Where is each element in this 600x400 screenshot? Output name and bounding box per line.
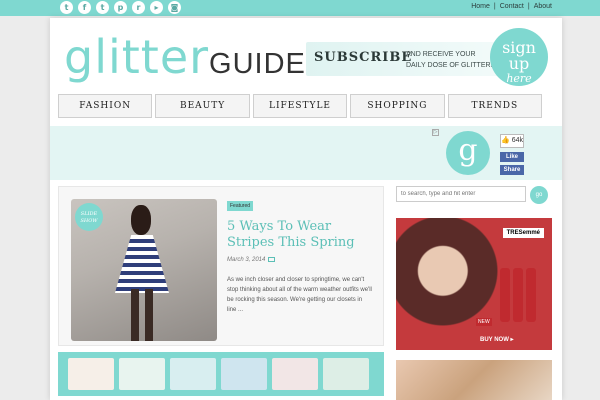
main-nav: FASHION BEAUTY LIFESTYLE SHOPPING TRENDS <box>58 94 543 118</box>
nav-item-lifestyle[interactable]: LIFESTYLE <box>252 94 348 118</box>
ad-choices-icon[interactable]: ▷ <box>432 129 439 136</box>
thumbnail-6[interactable] <box>323 358 369 390</box>
subscribe-label: SUBSCRIBE <box>314 50 413 65</box>
signup-sublabel: here <box>506 72 532 85</box>
facebook-like-button[interactable]: Like <box>500 152 524 162</box>
comment-icon[interactable] <box>268 257 276 262</box>
ad-brand-label: TRESemmé <box>502 228 544 238</box>
logo-glitter: glitter <box>64 30 210 84</box>
subscribe-tagline-line1: AND RECEIVE YOUR <box>406 51 476 58</box>
striped-dress <box>115 235 169 293</box>
nav-item-shopping[interactable]: SHOPPING <box>350 94 445 118</box>
signup-button[interactable]: sign up here <box>490 28 548 86</box>
top-nav: Home | Contact | About <box>471 3 552 10</box>
model-head <box>131 205 151 235</box>
ad-new-badge: NEW <box>476 318 492 326</box>
pinterest-icon[interactable]: p <box>114 1 127 14</box>
post-date: March 3, 2014 <box>227 257 276 264</box>
model-legs <box>131 289 153 341</box>
subscribe-banner[interactable]: SUBSCRIBE AND RECEIVE YOUR DAILY DOSE OF… <box>306 42 506 76</box>
featured-post: SLIDE SHOW Featured 5 Ways To Wear Strip… <box>58 186 384 346</box>
bottle <box>500 268 510 322</box>
banner-strip: ▷ g 👍 64k Like Share <box>50 126 562 180</box>
sidebar-ad-tresemme[interactable]: TRESemmé NEW BUY NOW ▸ <box>396 218 552 350</box>
g-logo-circle: g <box>446 131 490 175</box>
top-nav-contact[interactable]: Contact <box>500 3 524 10</box>
like-count-value: 64k <box>511 137 523 144</box>
bottle <box>513 268 523 322</box>
rss-icon[interactable]: r <box>132 1 145 14</box>
subscribe-tagline-line2: DAILY DOSE OF GLITTER! <box>406 62 493 69</box>
ad-buy-now[interactable]: BUY NOW ▸ <box>480 336 514 343</box>
facebook-icon[interactable]: f <box>78 1 91 14</box>
search-go-button[interactable]: go <box>530 186 548 204</box>
thumbnail-2[interactable] <box>119 358 165 390</box>
thumbnail-5[interactable] <box>272 358 318 390</box>
video-icon[interactable]: ▸ <box>150 1 163 14</box>
facebook-widget: 👍 64k Like Share <box>500 134 524 175</box>
twitter-icon[interactable]: t <box>60 1 73 14</box>
logo-guide: GUIDE <box>209 48 306 80</box>
like-count: 👍 64k <box>500 134 524 148</box>
subscribe-tagline: AND RECEIVE YOUR DAILY DOSE OF GLITTER! <box>406 49 492 71</box>
product-bottles <box>500 268 536 322</box>
nav-item-fashion[interactable]: FASHION <box>58 94 153 118</box>
thumbnail-strip <box>58 352 384 396</box>
search-input[interactable] <box>396 186 526 202</box>
post-date-text: March 3, 2014 <box>227 257 266 264</box>
top-nav-about[interactable]: About <box>534 3 552 10</box>
top-bar: t f t p r ▸ ◙ Home | Contact | About <box>0 0 600 16</box>
post-title[interactable]: 5 Ways To Wear Stripes This Spring <box>227 219 377 251</box>
slideshow-badge[interactable]: SLIDE SHOW <box>75 203 103 231</box>
nav-separator: | <box>527 3 530 10</box>
tumblr-icon[interactable]: t <box>96 1 109 14</box>
post-excerpt: As we inch closer and closer to springti… <box>227 277 372 313</box>
facebook-share-button[interactable]: Share <box>500 165 524 175</box>
nav-item-trends[interactable]: TRENDS <box>447 94 543 118</box>
nav-item-beauty[interactable]: BEAUTY <box>155 94 250 118</box>
thumbnail-3[interactable] <box>170 358 216 390</box>
social-links: t f t p r ▸ ◙ <box>60 1 181 14</box>
nav-separator: | <box>493 3 496 10</box>
site-logo[interactable]: glitterGUIDE <box>64 30 306 84</box>
featured-tag[interactable]: Featured <box>227 201 254 211</box>
instagram-icon[interactable]: ◙ <box>168 1 181 14</box>
thumbnail-1[interactable] <box>68 358 114 390</box>
signup-label: sign up <box>502 38 536 73</box>
post-image[interactable]: SLIDE SHOW <box>71 199 217 341</box>
sidebar-ad-secondary[interactable] <box>396 360 552 400</box>
page-container: glitterGUIDE SUBSCRIBE AND RECEIVE YOUR … <box>50 18 562 400</box>
top-nav-home[interactable]: Home <box>471 3 490 10</box>
thumbnail-4[interactable] <box>221 358 267 390</box>
bottle <box>526 268 536 322</box>
